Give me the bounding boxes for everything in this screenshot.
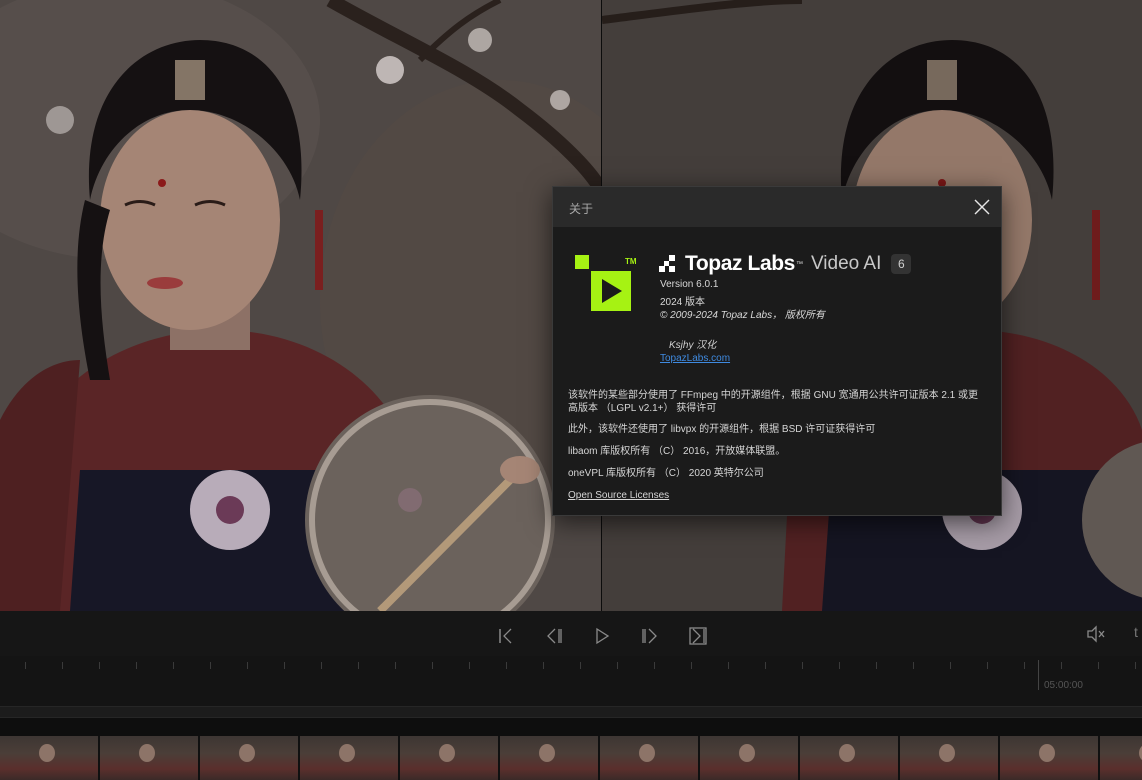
timeline-thumbnail bbox=[200, 736, 298, 780]
timeline-thumbnail bbox=[0, 736, 98, 780]
timeline-thumbnail bbox=[1000, 736, 1098, 780]
track-header bbox=[0, 718, 1142, 736]
ruler-tick bbox=[765, 662, 766, 669]
ruler-tick bbox=[654, 662, 655, 669]
ruler-tick bbox=[1061, 662, 1062, 669]
ruler-tick bbox=[25, 662, 26, 669]
timeline-thumbnail bbox=[700, 736, 798, 780]
ruler-tick bbox=[210, 662, 211, 669]
license-paragraph-libaom: libaom 库版权所有 （C） 2016，开放媒体联盟。 bbox=[568, 446, 786, 457]
next-frame-icon[interactable] bbox=[639, 625, 661, 647]
timecode-label: 05:00:00 bbox=[1044, 680, 1083, 691]
ruler-tick bbox=[136, 662, 137, 669]
ruler-tick bbox=[950, 662, 951, 669]
skip-to-end-icon[interactable] bbox=[687, 625, 709, 647]
ruler-tick bbox=[876, 662, 877, 669]
overflow-control-icon[interactable]: t bbox=[1134, 624, 1138, 640]
ruler-tick bbox=[432, 662, 433, 669]
play-icon[interactable] bbox=[591, 625, 613, 647]
license-paragraph-ffmpeg: 该软件的某些部分使用了 FFmpeg 中的开源组件，根据 GNU 宽通用公共许可… bbox=[568, 390, 979, 414]
brand-header: Topaz Labs ™ Video AI 6 bbox=[659, 251, 912, 277]
website-link[interactable]: TopazLabs.com bbox=[660, 353, 730, 364]
close-icon[interactable] bbox=[971, 196, 993, 218]
ruler-tick bbox=[913, 662, 914, 669]
ruler-tick bbox=[543, 662, 544, 669]
brand-name: Topaz Labs bbox=[685, 252, 795, 275]
timeline-thumbnail bbox=[1100, 736, 1142, 780]
version-text: Version 6.0.1 bbox=[660, 279, 719, 290]
previous-frame-icon[interactable] bbox=[543, 625, 565, 647]
timeline-thumbnail bbox=[400, 736, 498, 780]
ruler-tick bbox=[1024, 662, 1025, 669]
ruler-tick bbox=[173, 662, 174, 669]
speaker-muted-icon[interactable] bbox=[1086, 625, 1106, 648]
ruler-tick bbox=[62, 662, 63, 669]
ruler-tick bbox=[284, 662, 285, 669]
app-window: t 05:00:00 关于 TM Topaz Labs ™ Video AI 6… bbox=[0, 0, 1142, 780]
video-ai-logo-icon: TM bbox=[575, 255, 637, 313]
timeline-thumbnail bbox=[300, 736, 398, 780]
version-badge: 6 bbox=[891, 254, 912, 274]
license-paragraph-libvpx: 此外，该软件还使用了 libvpx 的开源组件，根据 BSD 许可证获得许可 bbox=[568, 424, 876, 435]
open-source-licenses-link[interactable]: Open Source Licenses bbox=[568, 489, 669, 502]
ruler-tick bbox=[617, 662, 618, 669]
license-paragraph-onevpl: oneVPL 库版权所有 （C） 2020 英特尔公司 bbox=[568, 468, 764, 479]
copyright-text: © 2009-2024 Topaz Labs， 版权所有 bbox=[660, 310, 825, 321]
about-dialog: 关于 TM Topaz Labs ™ Video AI 6 Version 6.… bbox=[552, 186, 1002, 516]
ruler-tick bbox=[802, 662, 803, 669]
timeline-ruler[interactable]: 05:00:00 bbox=[0, 656, 1142, 706]
ruler-tick bbox=[1098, 662, 1099, 669]
timeline-divider bbox=[0, 706, 1142, 718]
skip-to-start-icon[interactable] bbox=[495, 625, 517, 647]
ruler-tick bbox=[580, 662, 581, 669]
ruler-tick bbox=[469, 662, 470, 669]
dialog-title: 关于 bbox=[569, 202, 594, 216]
logo-trademark: TM bbox=[625, 257, 637, 266]
transport-bar bbox=[0, 611, 1142, 661]
ruler-tick bbox=[728, 662, 729, 669]
timeline-thumbnail bbox=[100, 736, 198, 780]
ruler-tick bbox=[839, 662, 840, 669]
product-name: Video AI bbox=[810, 253, 882, 274]
localization-credit: Ksjhy 汉化 bbox=[669, 340, 717, 351]
ruler-tick bbox=[395, 662, 396, 669]
preview-original[interactable] bbox=[0, 0, 601, 611]
timeline-thumbnail bbox=[500, 736, 598, 780]
ruler-tick bbox=[987, 662, 988, 669]
timeline-thumbnail bbox=[600, 736, 698, 780]
ruler-tick bbox=[99, 662, 100, 669]
ruler-tick bbox=[691, 662, 692, 669]
brand-trademark: ™ bbox=[795, 260, 803, 268]
ruler-tick bbox=[247, 662, 248, 669]
topaz-mark-icon bbox=[659, 255, 677, 273]
timeline-thumbnail bbox=[900, 736, 998, 780]
thumbnail-track[interactable] bbox=[0, 736, 1142, 780]
ruler-tick bbox=[321, 662, 322, 669]
dialog-titlebar: 关于 bbox=[553, 187, 1001, 227]
ruler-tick bbox=[506, 662, 507, 669]
preview-image-original bbox=[0, 0, 601, 611]
playhead-end-marker[interactable] bbox=[1038, 660, 1039, 690]
ruler-tick bbox=[1135, 662, 1136, 669]
timeline-thumbnail bbox=[800, 736, 898, 780]
ruler-tick bbox=[358, 662, 359, 669]
